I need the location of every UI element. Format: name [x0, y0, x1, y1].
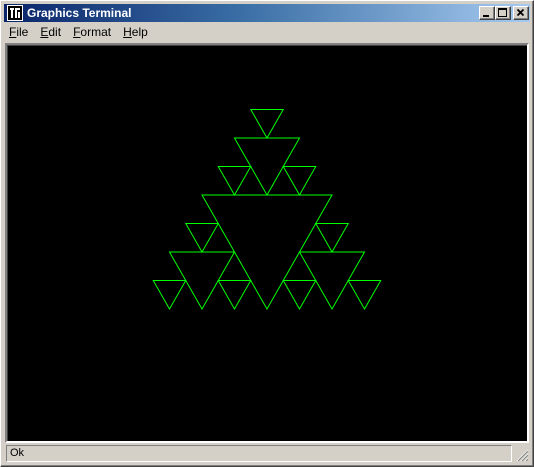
- menu-edit-label: dit: [48, 25, 62, 39]
- fractal-triangle: [314, 223, 350, 254]
- title-bar[interactable]: Graphics Terminal: [4, 4, 530, 22]
- fractal-triangle: [184, 223, 220, 254]
- fractal-triangle: [347, 280, 382, 311]
- menu-help-label: elp: [131, 25, 148, 39]
- fractal-triangle: [282, 166, 317, 197]
- status-bar: Ok: [4, 444, 530, 463]
- maximize-button[interactable]: [495, 6, 511, 20]
- graphics-canvas[interactable]: [5, 43, 529, 443]
- menu-format[interactable]: Format: [67, 23, 117, 42]
- menu-help[interactable]: Help: [117, 23, 154, 42]
- menu-format-label: ormat: [80, 25, 112, 39]
- window-title: Graphics Terminal: [27, 6, 132, 20]
- maximize-icon: [498, 8, 507, 17]
- menu-edit[interactable]: Edit: [34, 23, 67, 42]
- fractal-drawing: [152, 109, 382, 311]
- menu-help-mnemonic: H: [123, 25, 132, 39]
- resize-grip-icon[interactable]: [515, 448, 529, 462]
- fractal-triangle: [249, 109, 285, 140]
- fractal-triangle: [217, 166, 252, 197]
- tek-terminal-icon[interactable]: [7, 5, 23, 21]
- minimize-button[interactable]: [479, 6, 495, 20]
- status-text: Ok: [6, 445, 512, 462]
- fractal-triangle: [282, 280, 317, 311]
- minimize-icon: [483, 15, 489, 17]
- close-button[interactable]: [513, 6, 529, 20]
- fractal-triangle: [217, 280, 252, 311]
- menu-bar: File Edit Format Help: [4, 23, 530, 42]
- graphics-terminal-window: Graphics Terminal File Edit Format Help …: [0, 0, 534, 467]
- fractal-triangle: [152, 280, 187, 311]
- menu-file[interactable]: File: [4, 23, 34, 42]
- menu-file-label: ile: [16, 25, 29, 39]
- close-icon: [516, 8, 525, 17]
